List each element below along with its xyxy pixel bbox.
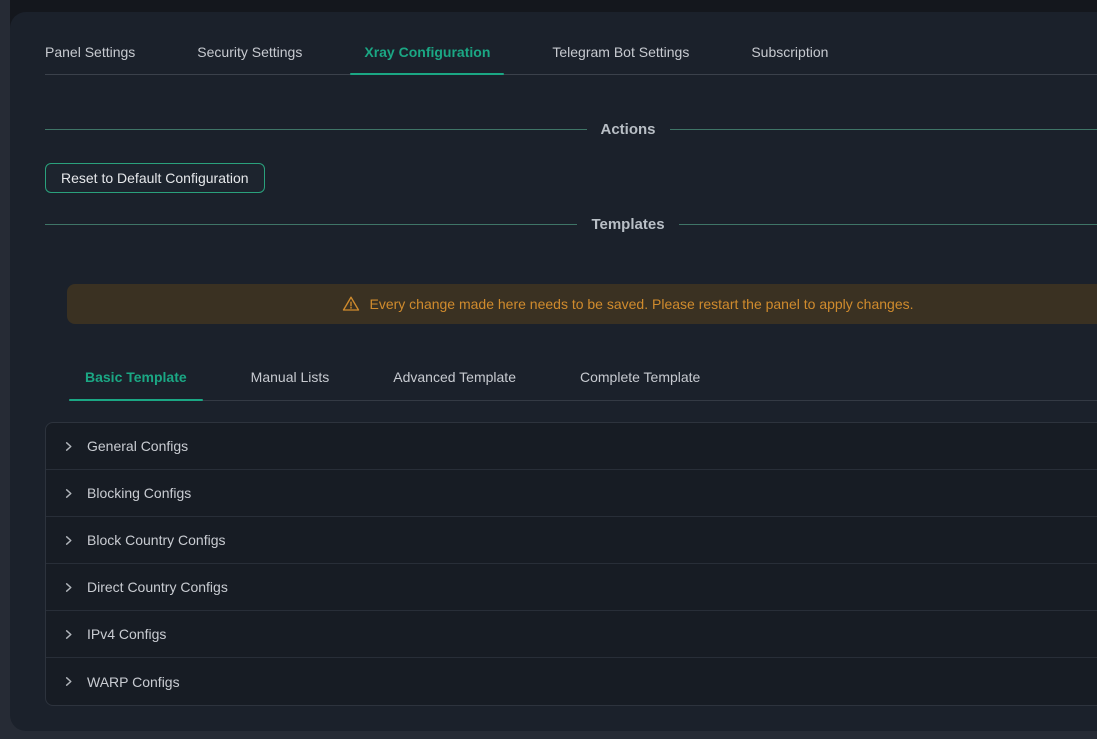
divider-line [670,129,1097,130]
panel-label: WARP Configs [87,674,180,690]
panel-label: Block Country Configs [87,532,226,548]
actions-section-divider: Actions [45,119,1097,139]
chevron-right-icon [63,488,74,499]
config-collapse-list: General Configs Blocking Configs Block C… [45,422,1097,706]
template-tab-bar: Basic Template Manual Lists Advanced Tem… [69,361,1097,401]
chevron-right-icon [63,676,74,687]
actions-section-title: Actions [587,121,670,138]
settings-tab-bar: Panel Settings Security Settings Xray Co… [45,38,1097,75]
tab-xray-configuration[interactable]: Xray Configuration [364,38,490,74]
chevron-right-icon [63,629,74,640]
panel-blocking-configs[interactable]: Blocking Configs [46,470,1097,517]
tab-manual-lists[interactable]: Manual Lists [235,361,346,400]
panel-label: Blocking Configs [87,485,191,501]
chevron-right-icon [63,535,74,546]
tab-panel-settings[interactable]: Panel Settings [45,38,135,74]
panel-label: IPv4 Configs [87,626,166,642]
restart-warning-alert: Every change made here needs to be saved… [67,284,1097,324]
panel-ipv4-configs[interactable]: IPv4 Configs [46,611,1097,658]
tab-subscription[interactable]: Subscription [751,38,828,74]
panel-warp-configs[interactable]: WARP Configs [46,658,1097,705]
chevron-right-icon [63,441,74,452]
divider-line [45,129,587,130]
panel-label: General Configs [87,438,188,454]
templates-section-title: Templates [577,216,678,233]
panel-general-configs[interactable]: General Configs [46,423,1097,470]
settings-card: Panel Settings Security Settings Xray Co… [10,12,1097,731]
tab-security-settings[interactable]: Security Settings [197,38,302,74]
chevron-right-icon [63,582,74,593]
divider-line [45,224,577,225]
reset-to-default-button[interactable]: Reset to Default Configuration [45,163,265,193]
tab-advanced-template[interactable]: Advanced Template [377,361,532,400]
restart-warning-text: Every change made here needs to be saved… [369,296,913,312]
panel-direct-country-configs[interactable]: Direct Country Configs [46,564,1097,611]
panel-label: Direct Country Configs [87,579,228,595]
tab-basic-template[interactable]: Basic Template [69,361,203,400]
tab-complete-template[interactable]: Complete Template [564,361,716,400]
panel-block-country-configs[interactable]: Block Country Configs [46,517,1097,564]
divider-line [679,224,1097,225]
warning-icon [342,295,360,313]
tab-telegram-bot-settings[interactable]: Telegram Bot Settings [552,38,689,74]
templates-section-divider: Templates [45,214,1097,234]
